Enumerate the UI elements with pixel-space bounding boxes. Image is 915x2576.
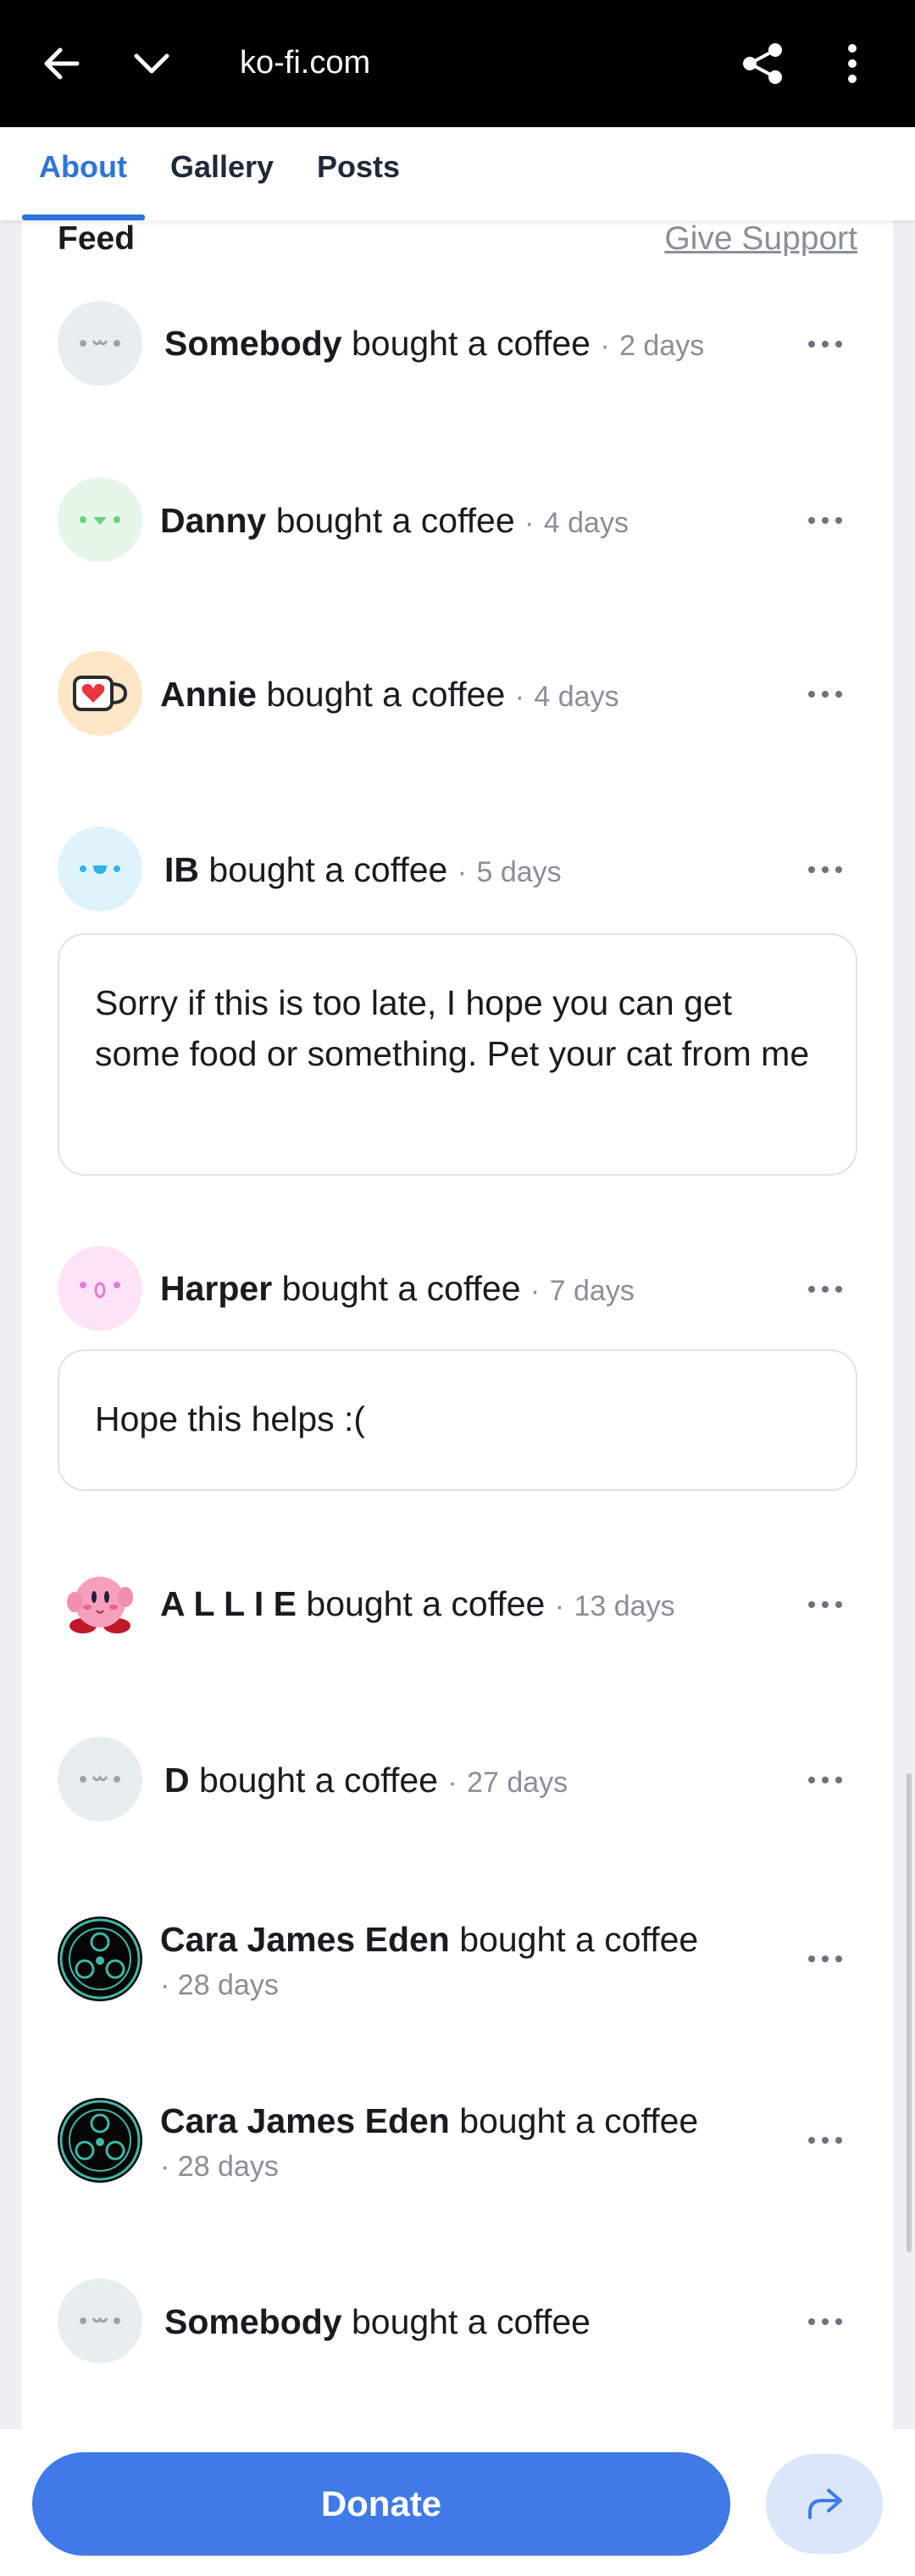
- grey-face-icon: [80, 339, 120, 347]
- supporter-avatar[interactable]: [58, 2098, 142, 2183]
- supporter-avatar[interactable]: [58, 826, 142, 911]
- url-text[interactable]: ko-fi.com: [240, 39, 370, 86]
- entry-time-line: · 28 days: [160, 2150, 279, 2183]
- tab-gallery[interactable]: Gallery: [170, 147, 274, 186]
- supporter-name[interactable]: Cara James Eden: [160, 1920, 450, 1959]
- supporter-name[interactable]: Danny: [160, 501, 266, 540]
- supporter-name[interactable]: Annie: [160, 675, 257, 714]
- supporter-name[interactable]: Cara James Eden: [160, 2101, 450, 2140]
- feed-entry: Somebody bought a coffee · 2 days: [164, 324, 705, 363]
- heart-cup-icon: [73, 676, 128, 711]
- feed-entry: Cara James Eden bought a coffee: [160, 2098, 698, 2144]
- supporter-name[interactable]: Somebody: [164, 324, 342, 363]
- kirby-avatar: [67, 1577, 133, 1633]
- entry-time-line: · 28 days: [160, 1969, 279, 2001]
- back-arrow-icon[interactable]: [25, 27, 98, 100]
- tab-posts[interactable]: Posts: [317, 147, 400, 186]
- feed-entry: Harper bought a coffee · 7 days: [160, 1269, 635, 1308]
- supporter-name[interactable]: Harper: [160, 1269, 272, 1308]
- browser-toolbar: ko-fi.com: [0, 0, 915, 127]
- entry-time: 13 days: [574, 1590, 675, 1622]
- feed-title: Feed: [58, 220, 136, 257]
- feed-entry: A L L I E bought a coffee · 13 days: [160, 1584, 675, 1623]
- supporter-avatar[interactable]: [58, 1917, 142, 2001]
- more-options-icon[interactable]: [803, 331, 847, 357]
- supporter-avatar[interactable]: [58, 2278, 142, 2363]
- share-forward-button[interactable]: [766, 2454, 883, 2554]
- tab-about[interactable]: About: [39, 147, 127, 186]
- entry-time: 28 days: [177, 2150, 279, 2183]
- entry-action: bought a coffee: [266, 675, 506, 714]
- supporter-name[interactable]: Somebody: [164, 2302, 342, 2341]
- grey-face-icon: [80, 2317, 120, 2324]
- more-vertical-icon[interactable]: [816, 27, 889, 100]
- entry-action: bought a coffee: [306, 1584, 546, 1623]
- more-options-icon[interactable]: [803, 508, 847, 533]
- entry-time: 2 days: [619, 330, 705, 362]
- feed-entry: Annie bought a coffee · 4 days: [160, 675, 619, 714]
- entry-time: 7 days: [549, 1275, 635, 1307]
- teal-emblem-avatar: [59, 2100, 141, 2181]
- forward-arrow-icon: [808, 2489, 842, 2519]
- feed-entry: Cara James Eden bought a coffee: [160, 1917, 698, 1962]
- more-options-icon[interactable]: [803, 1946, 847, 1972]
- entry-action: bought a coffee: [459, 2101, 699, 2140]
- pink-face-icon: [80, 1282, 120, 1299]
- supporter-name[interactable]: A L L I E: [160, 1584, 297, 1623]
- more-options-icon[interactable]: [803, 1767, 847, 1793]
- profile-tabs: About Gallery Posts: [0, 127, 915, 220]
- blue-face-icon: [80, 865, 120, 874]
- feed-entry: Somebody bought a coffee: [164, 2299, 591, 2345]
- feed-entry: IB bought a coffee · 5 days: [164, 850, 562, 889]
- more-options-icon[interactable]: [803, 2128, 847, 2153]
- supporter-name[interactable]: IB: [164, 850, 199, 889]
- supporter-avatar[interactable]: [58, 301, 142, 386]
- more-options-icon[interactable]: [803, 1592, 847, 1617]
- grey-face-icon: [80, 1775, 120, 1783]
- supporter-avatar[interactable]: [58, 1246, 142, 1331]
- donate-button[interactable]: Donate: [32, 2452, 730, 2556]
- feed-entry: Danny bought a coffee · 4 days: [160, 501, 629, 540]
- entry-action: bought a coffee: [352, 324, 591, 363]
- supporter-name[interactable]: D: [164, 1761, 190, 1800]
- more-options-icon[interactable]: [803, 2309, 847, 2334]
- give-support-link[interactable]: Give Support: [664, 219, 857, 259]
- more-options-icon[interactable]: [803, 857, 847, 882]
- entry-action: bought a coffee: [281, 1269, 521, 1308]
- page-scrollbar[interactable]: [907, 1773, 912, 2252]
- teal-emblem-avatar: [59, 1918, 141, 2000]
- supporter-avatar[interactable]: [58, 477, 142, 562]
- active-tab-indicator: [22, 214, 145, 220]
- share-icon[interactable]: [727, 27, 800, 100]
- entry-action: bought a coffee: [459, 1920, 699, 1959]
- supporter-avatar[interactable]: [58, 651, 142, 736]
- entry-time: 27 days: [467, 1766, 568, 1799]
- entry-time: 5 days: [476, 856, 562, 888]
- green-face-icon: [80, 516, 120, 525]
- entry-time: 4 days: [543, 507, 629, 539]
- supporter-message: Hope this helps :(: [58, 1349, 857, 1491]
- more-options-icon[interactable]: [803, 682, 847, 707]
- entry-action: bought a coffee: [275, 501, 515, 540]
- supporter-avatar[interactable]: [58, 1561, 142, 1646]
- entry-time: 4 days: [534, 681, 619, 713]
- supporter-avatar[interactable]: [58, 1737, 142, 1822]
- entry-time: 28 days: [177, 1969, 279, 2001]
- supporter-message: Sorry if this is too late, I hope you ca…: [58, 933, 857, 1176]
- entry-action: bought a coffee: [199, 1761, 438, 1800]
- feed-entry: D bought a coffee · 27 days: [164, 1761, 568, 1800]
- entry-action: bought a coffee: [208, 850, 448, 889]
- more-options-icon[interactable]: [803, 1277, 847, 1302]
- chevron-down-icon[interactable]: [115, 27, 188, 100]
- entry-action: bought a coffee: [352, 2302, 591, 2341]
